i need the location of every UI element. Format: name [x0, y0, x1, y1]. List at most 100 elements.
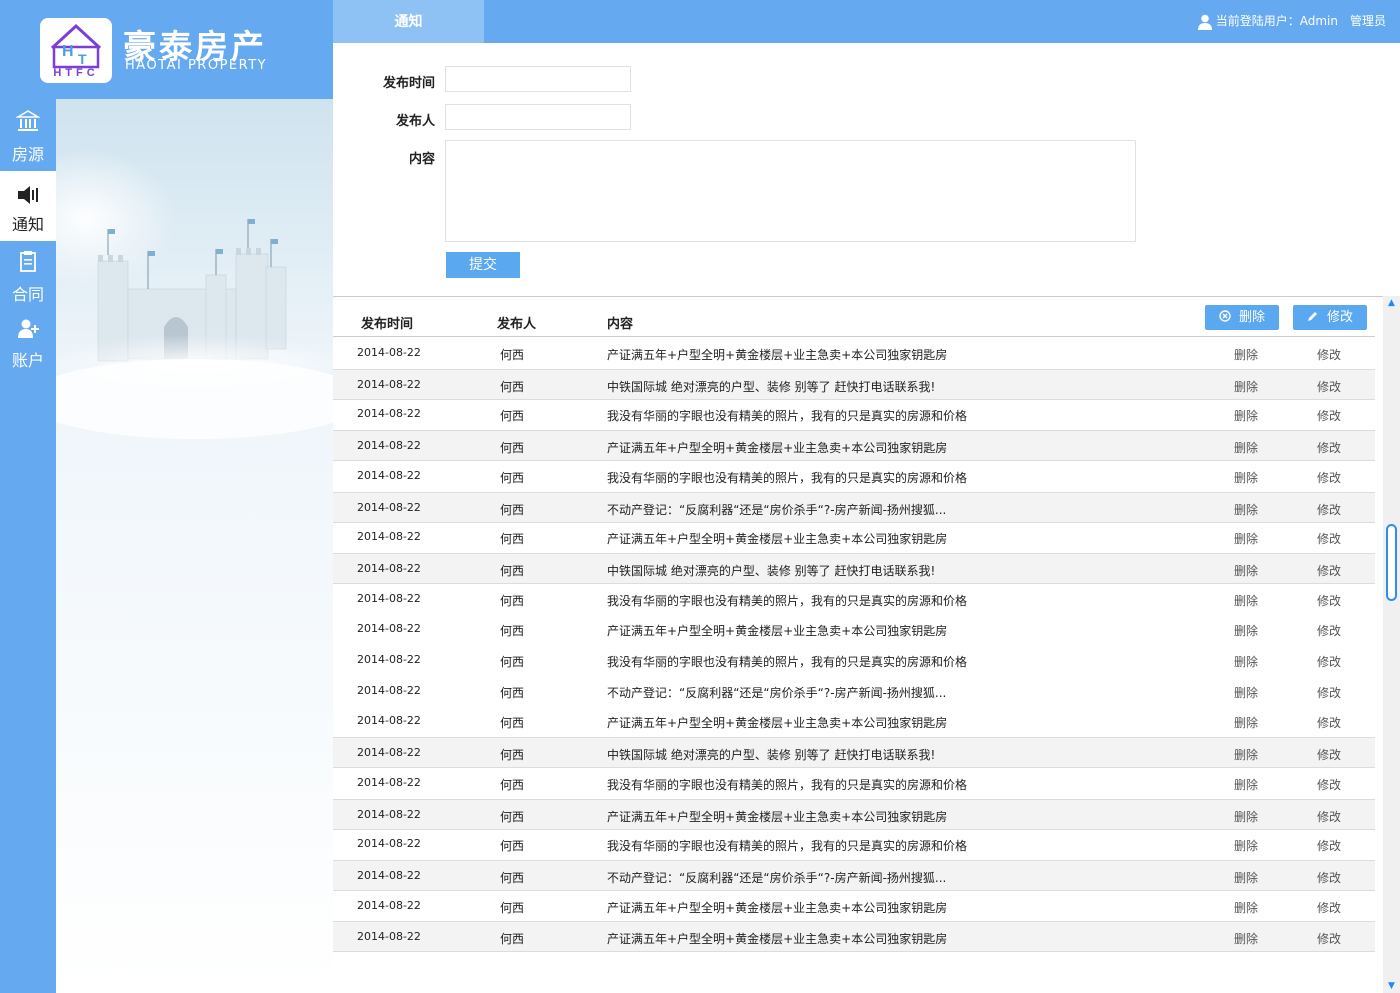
row-content: 我没有华丽的字眼也没有精美的照片，我有的只是真实的房源和价格 — [607, 839, 968, 854]
row-delete-link[interactable]: 删除 — [1234, 378, 1258, 395]
row-date: 2014-08-22 — [357, 868, 421, 882]
row-delete-link[interactable]: 删除 — [1234, 808, 1258, 825]
publish-time-input[interactable] — [445, 66, 631, 92]
row-edit-link[interactable]: 修改 — [1317, 899, 1341, 916]
row-edit-link[interactable]: 修改 — [1317, 562, 1341, 579]
bulk-edit-label: 修改 — [1326, 310, 1353, 325]
user-add-icon — [18, 319, 39, 338]
nav-label-contracts: 合同 — [11, 285, 44, 304]
row-delete-link[interactable]: 删除 — [1234, 407, 1258, 424]
row-edit-link[interactable]: 修改 — [1317, 592, 1341, 609]
svg-text:T: T — [78, 51, 87, 67]
row-edit-link[interactable]: 修改 — [1317, 930, 1341, 947]
nav-item-account[interactable]: 账户 — [0, 309, 56, 379]
row-edit-link[interactable]: 修改 — [1317, 837, 1341, 854]
row-edit-link[interactable]: 修改 — [1317, 469, 1341, 486]
scroll-thumb[interactable] — [1386, 524, 1397, 601]
row-edit-link[interactable]: 修改 — [1317, 439, 1341, 456]
row-edit-link[interactable]: 修改 — [1317, 684, 1341, 701]
row-edit-link[interactable]: 修改 — [1317, 346, 1341, 363]
table-row: 2014-08-22 何西 中铁国际城 绝对漂亮的户型、装修 别等了 赶快打电话联系… — [333, 737, 1375, 769]
document-icon — [20, 251, 36, 272]
row-publisher: 何西 — [500, 470, 525, 485]
row-delete-link[interactable]: 删除 — [1234, 439, 1258, 456]
table-row: 2014-08-22 何西 不动产登记：“反腐利器“还是“房价杀手“?-房产新闻-扬… — [333, 491, 1375, 523]
table-row: 2014-08-22 何西 我没有华丽的字眼也没有精美的照片，我有的只是真实的房源和… — [333, 829, 1375, 860]
table-row: 2014-08-22 何西 产证满五年+户型全明+黄金楼层+业主急卖+本公司独家钥匙… — [333, 798, 1375, 830]
table-row: 2014-08-22 何西 产证满五年+户型全明+黄金楼层+业主急卖+本公司独家钥匙… — [333, 921, 1375, 953]
row-delete-link[interactable]: 删除 — [1234, 714, 1258, 731]
svg-text:H: H — [62, 43, 74, 60]
vertical-scrollbar[interactable]: ▲ ▼ — [1383, 296, 1400, 993]
content-textarea[interactable] — [445, 140, 1136, 242]
publisher-input[interactable] — [445, 104, 631, 130]
table-row: 2014-08-22 何西 我没有华丽的字眼也没有精美的照片，我有的只是真实的房源和… — [333, 645, 1375, 676]
nav-item-listings[interactable]: 房源 — [0, 99, 56, 169]
row-delete-link[interactable]: 删除 — [1234, 469, 1258, 486]
row-content: 产证满五年+户型全明+黄金楼层+业主急卖+本公司独家钥匙房 — [607, 716, 948, 731]
row-delete-link[interactable]: 删除 — [1234, 501, 1258, 518]
table-row: 2014-08-22 何西 我没有华丽的字眼也没有精美的照片，我有的只是真实的房源和… — [333, 768, 1375, 799]
row-edit-link[interactable]: 修改 — [1317, 869, 1341, 886]
row-delete-link[interactable]: 删除 — [1234, 899, 1258, 916]
row-edit-link[interactable]: 修改 — [1317, 808, 1341, 825]
row-content: 我没有华丽的字眼也没有精美的照片，我有的只是真实的房源和价格 — [607, 777, 968, 792]
row-publisher: 何西 — [500, 502, 525, 517]
row-edit-link[interactable]: 修改 — [1317, 530, 1341, 547]
row-date: 2014-08-22 — [357, 500, 421, 514]
table-row: 2014-08-22 何西 中铁国际城 绝对漂亮的户型、装修 别等了 赶快打电话联系… — [333, 552, 1375, 584]
row-delete-link[interactable]: 删除 — [1234, 746, 1258, 763]
bulk-delete-button[interactable]: 删除 — [1205, 305, 1279, 330]
nav-item-notices[interactable]: 通知 — [0, 171, 56, 241]
content-label: 内容 — [408, 152, 435, 167]
row-date: 2014-08-22 — [357, 407, 421, 421]
row-delete-link[interactable]: 删除 — [1234, 930, 1258, 947]
row-edit-link[interactable]: 修改 — [1317, 653, 1341, 670]
row-edit-link[interactable]: 修改 — [1317, 378, 1341, 395]
row-edit-link[interactable]: 修改 — [1317, 622, 1341, 639]
row-delete-link[interactable]: 删除 — [1234, 346, 1258, 363]
row-date: 2014-08-22 — [357, 807, 421, 821]
row-edit-link[interactable]: 修改 — [1317, 407, 1341, 424]
notice-table: 发布时间 发布人 内容 删除 修改 2014-08-22 何西 产证满五年+户型全明… — [333, 296, 1383, 993]
row-delete-link[interactable]: 删除 — [1234, 776, 1258, 793]
table-row: 2014-08-22 何西 我没有华丽的字眼也没有精美的照片，我有的只是真实的房源和… — [333, 584, 1375, 615]
row-delete-link[interactable]: 删除 — [1234, 622, 1258, 639]
bulk-edit-button[interactable]: 修改 — [1293, 305, 1367, 330]
row-content: 产证满五年+户型全明+黄金楼层+业主急卖+本公司独家钥匙房 — [607, 348, 948, 362]
row-delete-link[interactable]: 删除 — [1234, 562, 1258, 579]
row-date: 2014-08-22 — [357, 439, 421, 453]
col-header-time: 发布时间 — [361, 317, 414, 332]
row-edit-link[interactable]: 修改 — [1317, 776, 1341, 793]
row-content: 我没有华丽的字眼也没有精美的照片，我有的只是真实的房源和价格 — [607, 593, 968, 608]
user-role[interactable]: 管理员 — [1350, 14, 1386, 28]
row-content: 产证满五年+户型全明+黄金楼层+业主急卖+本公司独家钥匙房 — [607, 624, 948, 639]
table-row: 2014-08-22 何西 不动产登记：“反腐利器“还是“房价杀手“?-房产新闻-扬… — [333, 859, 1375, 891]
row-delete-link[interactable]: 删除 — [1234, 653, 1258, 670]
row-publisher: 何西 — [500, 379, 525, 394]
table-row: 2014-08-22 何西 产证满五年+户型全明+黄金楼层+业主急卖+本公司独家钥匙… — [333, 430, 1375, 462]
row-content: 中铁国际城 绝对漂亮的户型、装修 别等了 赶快打电话联系我! — [607, 379, 936, 394]
submit-button[interactable]: 提交 — [446, 252, 520, 278]
row-delete-link[interactable]: 删除 — [1234, 837, 1258, 854]
logo[interactable]: H T HTFC — [40, 18, 112, 83]
tab-notices[interactable]: 通知 — [333, 0, 484, 43]
nav-label-account: 账户 — [11, 351, 44, 370]
row-edit-link[interactable]: 修改 — [1317, 501, 1341, 518]
row-publisher: 何西 — [500, 532, 525, 547]
current-user-label: 当前登陆用户：Admin — [1215, 14, 1338, 28]
row-delete-link[interactable]: 删除 — [1234, 530, 1258, 547]
user-icon — [1197, 14, 1212, 30]
row-delete-link[interactable]: 删除 — [1234, 684, 1258, 701]
row-delete-link[interactable]: 删除 — [1234, 592, 1258, 609]
scroll-up-arrow-icon[interactable]: ▲ — [1386, 298, 1397, 308]
row-content: 我没有华丽的字眼也没有精美的照片，我有的只是真实的房源和价格 — [607, 470, 968, 485]
row-edit-link[interactable]: 修改 — [1317, 746, 1341, 763]
row-delete-link[interactable]: 删除 — [1234, 869, 1258, 886]
nav-item-contracts[interactable]: 合同 — [0, 241, 56, 311]
scroll-down-arrow-icon[interactable]: ▼ — [1386, 981, 1397, 991]
building-icon — [16, 110, 40, 131]
top-bar: 通知 当前登陆用户：Admin 管理员 — [333, 0, 1400, 43]
table-row: 2014-08-22 何西 中铁国际城 绝对漂亮的户型、装修 别等了 赶快打电话联系… — [333, 368, 1375, 400]
row-edit-link[interactable]: 修改 — [1317, 714, 1341, 731]
